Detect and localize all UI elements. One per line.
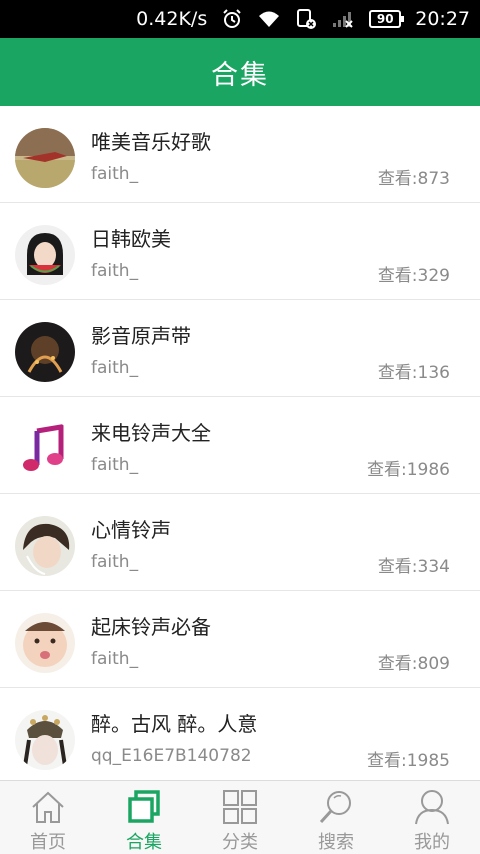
home-icon bbox=[29, 788, 67, 826]
list-item[interactable]: 心情铃声 faith_ 查看:334 bbox=[0, 494, 480, 591]
grid-icon bbox=[221, 788, 259, 826]
list-item[interactable]: 影音原声带 faith_ 查看:136 bbox=[0, 300, 480, 397]
nav-search[interactable]: 搜索 bbox=[288, 781, 384, 854]
collection-title: 日韩欧美 bbox=[91, 227, 171, 251]
list-item[interactable]: 醉。古风 醉。人意 qq_E16E7B140782 查看:1985 bbox=[0, 688, 480, 780]
avatar bbox=[15, 710, 75, 770]
avatar bbox=[15, 419, 75, 479]
nav-label: 分类 bbox=[222, 832, 258, 853]
view-count: 查看:334 bbox=[377, 557, 450, 577]
page-title: 合集 bbox=[0, 38, 480, 106]
collection-icon bbox=[125, 788, 163, 826]
collection-author: faith_ bbox=[91, 455, 139, 475]
battery-icon: 90 bbox=[369, 10, 405, 28]
nav-home[interactable]: 首页 bbox=[0, 781, 96, 854]
collection-title: 来电铃声大全 bbox=[91, 421, 211, 445]
view-count: 查看:1986 bbox=[367, 460, 450, 480]
status-bar: 0.42K/s 90 20:27 bbox=[0, 0, 480, 38]
collection-author: faith_ bbox=[91, 649, 139, 669]
avatar bbox=[15, 613, 75, 673]
list-item[interactable]: 来电铃声大全 faith_ 查看:1986 bbox=[0, 397, 480, 494]
avatar bbox=[15, 322, 75, 382]
collection-title: 唯美音乐好歌 bbox=[91, 130, 211, 154]
list-item[interactable]: 起床铃声必备 faith_ 查看:809 bbox=[0, 591, 480, 688]
nav-collection[interactable]: 合集 bbox=[96, 781, 192, 854]
collection-author: faith_ bbox=[91, 164, 139, 184]
user-icon bbox=[413, 788, 451, 826]
collection-author: faith_ bbox=[91, 261, 139, 281]
search-icon bbox=[317, 788, 355, 826]
nav-category[interactable]: 分类 bbox=[192, 781, 288, 854]
nav-label: 搜索 bbox=[318, 832, 354, 853]
alarm-icon bbox=[221, 8, 243, 30]
network-speed: 0.42K/s bbox=[136, 8, 208, 30]
collection-title: 影音原声带 bbox=[91, 324, 191, 348]
avatar bbox=[15, 225, 75, 285]
nav-profile[interactable]: 我的 bbox=[384, 781, 480, 854]
nav-label: 合集 bbox=[126, 832, 162, 853]
view-count: 查看:329 bbox=[377, 266, 450, 286]
collection-title: 醉。古风 醉。人意 bbox=[91, 712, 258, 736]
signal-icon bbox=[331, 10, 355, 28]
view-count: 查看:809 bbox=[377, 654, 450, 674]
wifi-icon bbox=[257, 9, 281, 29]
avatar bbox=[15, 128, 75, 188]
avatar bbox=[15, 516, 75, 576]
collection-title: 心情铃声 bbox=[91, 518, 171, 542]
nav-label: 首页 bbox=[30, 832, 66, 853]
list-item[interactable]: 日韩欧美 faith_ 查看:329 bbox=[0, 203, 480, 300]
clock: 20:27 bbox=[415, 8, 470, 30]
list-item[interactable]: 唯美音乐好歌 faith_ 查看:873 bbox=[0, 106, 480, 203]
collection-author: faith_ bbox=[91, 552, 139, 572]
view-count: 查看:1985 bbox=[367, 751, 450, 771]
view-count: 查看:873 bbox=[377, 169, 450, 189]
view-count: 查看:136 bbox=[377, 363, 450, 383]
sim-icon bbox=[295, 8, 317, 30]
nav-label: 我的 bbox=[414, 832, 450, 853]
collection-title: 起床铃声必备 bbox=[91, 615, 211, 639]
bottom-nav: 首页 合集 分类 搜索 我的 bbox=[0, 780, 480, 854]
collection-list: 唯美音乐好歌 faith_ 查看:873 日韩欧美 faith_ 查看:329 … bbox=[0, 106, 480, 780]
collection-author: qq_E16E7B140782 bbox=[91, 746, 252, 766]
collection-author: faith_ bbox=[91, 358, 139, 378]
